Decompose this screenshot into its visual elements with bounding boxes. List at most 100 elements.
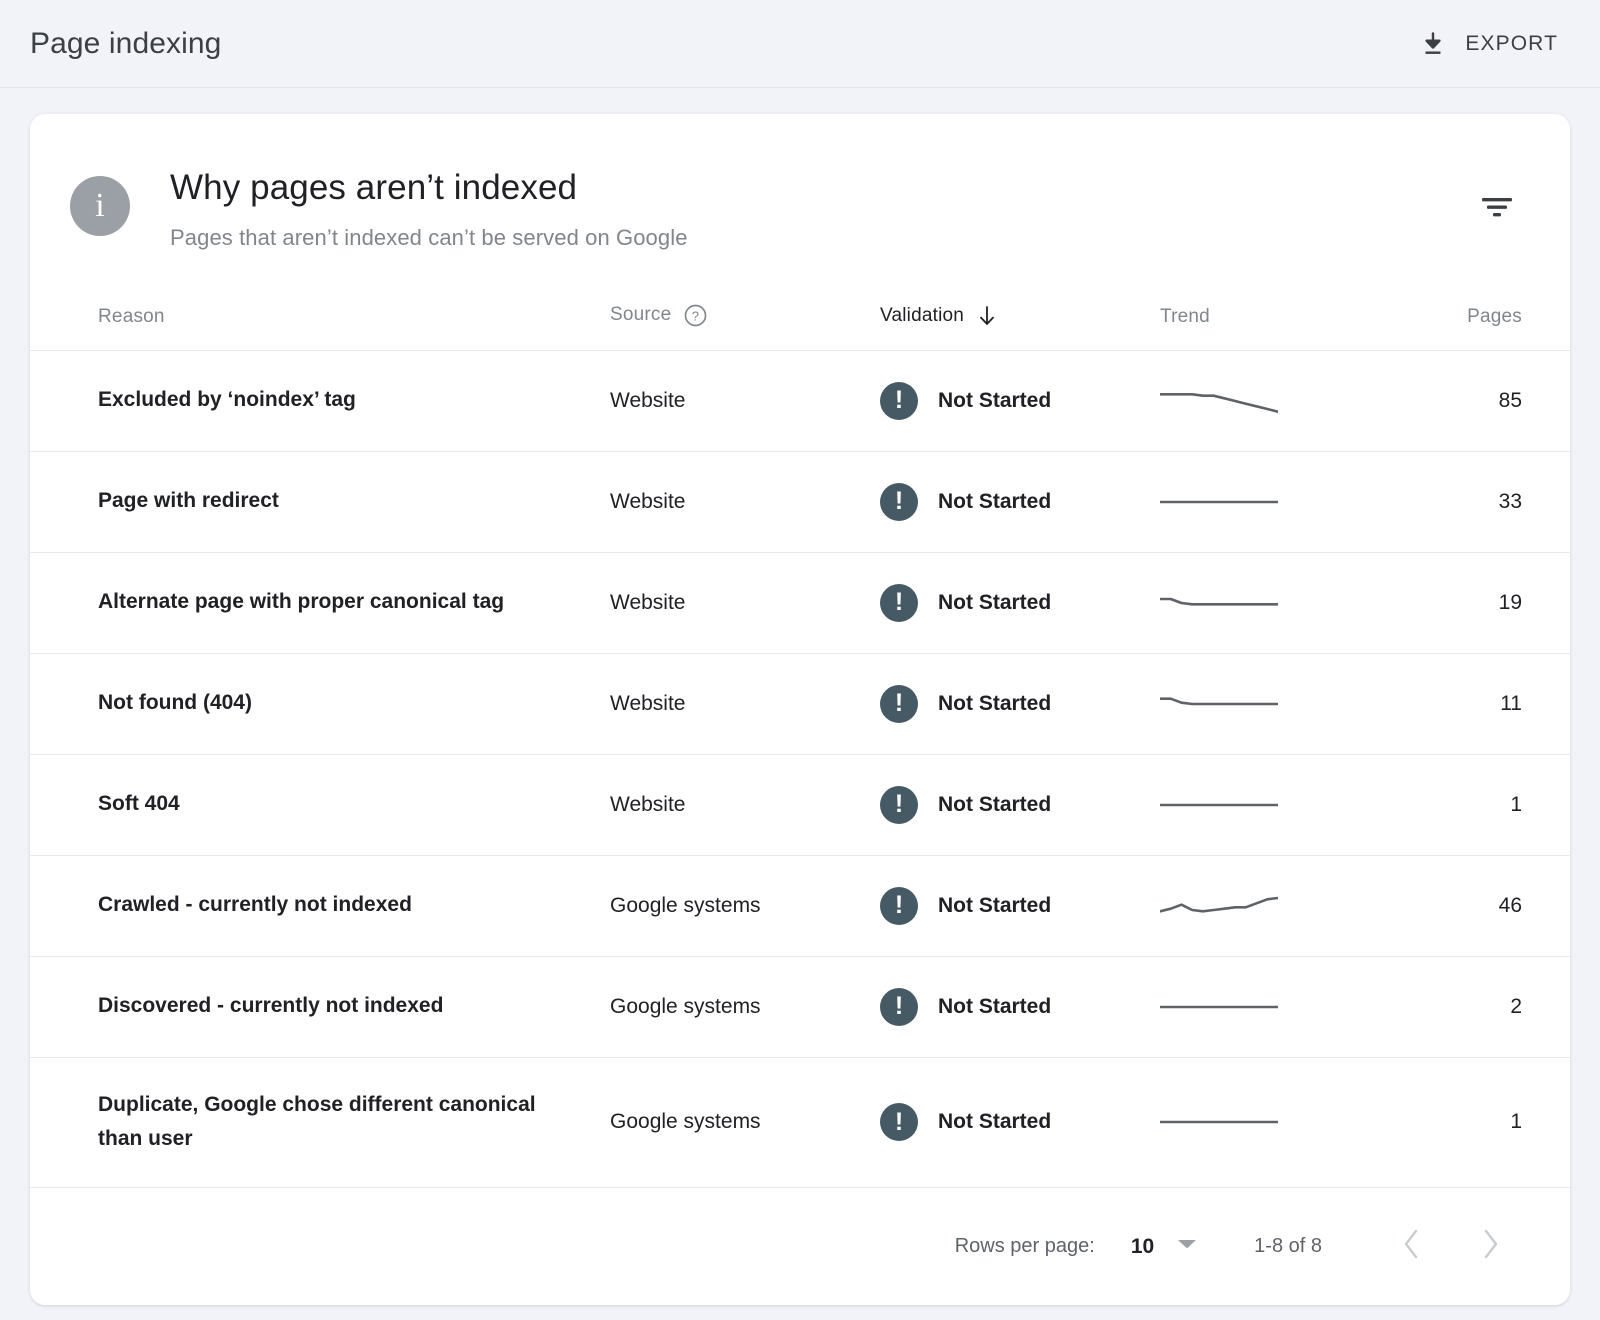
cell-pages: 1: [1390, 1057, 1570, 1187]
cell-validation: ! Not Started: [880, 350, 1160, 451]
info-icon: i: [70, 176, 130, 236]
pages-count: 33: [1499, 490, 1522, 513]
column-header-trend-label: Trend: [1160, 306, 1210, 327]
card-title: Why pages aren’t indexed: [170, 166, 1524, 210]
table-row[interactable]: Page with redirectWebsite !Not Started 33: [30, 451, 1570, 552]
column-header-validation-label: Validation: [880, 305, 964, 327]
cell-trend: [1160, 956, 1390, 1057]
card-header: i Why pages aren’t indexed Pages that ar…: [30, 114, 1570, 251]
pagination-range-label: 1-8 of 8: [1254, 1235, 1322, 1258]
export-label: EXPORT: [1465, 32, 1558, 56]
pages-count: 46: [1499, 894, 1522, 917]
reason-label: Soft 404: [98, 792, 180, 815]
source-label: Google systems: [610, 894, 761, 917]
cell-validation: ! Not Started: [880, 754, 1160, 855]
chevron-down-icon[interactable]: [1176, 1237, 1198, 1256]
exclamation-circle-icon: !: [880, 1103, 918, 1141]
exclamation-circle-icon: !: [880, 786, 918, 824]
top-bar: Page indexing EXPORT: [0, 0, 1600, 88]
source-label: Website: [610, 490, 685, 513]
exclamation-circle-icon: !: [880, 382, 918, 420]
cell-reason[interactable]: Excluded by ‘noindex’ tag: [30, 350, 610, 451]
cell-pages: 19: [1390, 552, 1570, 653]
previous-page-button[interactable]: [1386, 1221, 1438, 1273]
cell-validation: ! Not Started: [880, 552, 1160, 653]
column-header-source-label: Source: [610, 304, 671, 326]
source-label: Website: [610, 793, 685, 816]
download-icon: [1419, 29, 1447, 59]
cell-source: Google systems: [610, 956, 880, 1057]
cell-source: Website: [610, 552, 880, 653]
source-label: Website: [610, 591, 685, 614]
source-label: Website: [610, 692, 685, 715]
reason-label: Alternate page with proper canonical tag: [98, 590, 504, 613]
table-row[interactable]: Soft 404Website!Not Started1: [30, 754, 1570, 855]
cell-reason[interactable]: Alternate page with proper canonical tag: [30, 552, 610, 653]
cell-reason[interactable]: Discovered - currently not indexed: [30, 956, 610, 1057]
cell-validation: !Not Started: [880, 451, 1160, 552]
svg-text:?: ?: [692, 308, 699, 323]
cell-trend: [1160, 653, 1390, 754]
column-header-validation[interactable]: Validation: [880, 251, 1160, 351]
table-pagination: Rows per page: 10 1-8 of 8: [30, 1187, 1570, 1305]
pages-count: 19: [1499, 591, 1522, 614]
card-header-text: Why pages aren’t indexed Pages that aren…: [170, 166, 1524, 251]
validation-status-label: Not Started: [938, 793, 1051, 817]
cell-pages: 2: [1390, 956, 1570, 1057]
cell-source: Website: [610, 754, 880, 855]
cell-source: Website: [610, 451, 880, 552]
validation-status-label: Not Started: [938, 591, 1051, 615]
exclamation-circle-icon: !: [880, 887, 918, 925]
exclamation-circle-icon: !: [880, 584, 918, 622]
validation-status-label: Not Started: [938, 389, 1051, 413]
exclamation-circle-icon: !: [880, 685, 918, 723]
validation-status-label: Not Started: [938, 995, 1051, 1019]
page-indexing-card: i Why pages aren’t indexed Pages that ar…: [30, 114, 1570, 1305]
indexing-reasons-table: Reason Source ? Va: [30, 251, 1570, 1187]
column-header-source[interactable]: Source ?: [610, 251, 880, 351]
cell-trend: [1160, 451, 1390, 552]
cell-reason[interactable]: Duplicate, Google chose different canoni…: [30, 1057, 610, 1187]
chevron-right-icon: [1477, 1227, 1503, 1266]
column-header-reason[interactable]: Reason: [30, 251, 610, 351]
table-row[interactable]: Excluded by ‘noindex’ tag Website! Not Sta…: [30, 350, 1570, 451]
reason-label: Discovered - currently not indexed: [98, 994, 443, 1017]
pages-count: 11: [1500, 692, 1522, 715]
reason-label: Excluded by ‘noindex’ tag: [98, 388, 356, 411]
cell-pages: 33: [1390, 451, 1570, 552]
table-row[interactable]: Duplicate, Google chose different canoni…: [30, 1057, 1570, 1187]
column-header-trend[interactable]: Trend: [1160, 251, 1390, 351]
cell-source: Website: [610, 653, 880, 754]
cell-trend: [1160, 855, 1390, 956]
cell-source: Website: [610, 350, 880, 451]
cell-reason[interactable]: Crawled - currently not indexed: [30, 855, 610, 956]
table-row[interactable]: Crawled - currently not indexed Google sy…: [30, 855, 1570, 956]
filter-button[interactable]: [1474, 184, 1520, 230]
table-header: Reason Source ? Va: [30, 251, 1570, 351]
validation-status-label: Not Started: [938, 894, 1051, 918]
cell-validation: ! Not Started: [880, 653, 1160, 754]
reason-label: Not found (404): [98, 691, 252, 714]
help-circle-icon[interactable]: ?: [683, 303, 708, 328]
arrow-down-icon: [976, 304, 998, 328]
table-row[interactable]: Not found (404) Website! Not Started 11: [30, 653, 1570, 754]
rows-per-page-select[interactable]: 10: [1131, 1235, 1154, 1259]
column-header-reason-label: Reason: [98, 306, 165, 327]
column-header-pages[interactable]: Pages: [1390, 251, 1570, 351]
table-row[interactable]: Discovered - currently not indexed Google…: [30, 956, 1570, 1057]
table-header-row: Reason Source ? Va: [30, 251, 1570, 351]
reason-label: Duplicate, Google chose different canoni…: [98, 1093, 536, 1151]
page-title: Page indexing: [30, 27, 221, 61]
table-row[interactable]: Alternate page with proper canonical tag…: [30, 552, 1570, 653]
source-label: Google systems: [610, 995, 761, 1018]
reason-label: Crawled - currently not indexed: [98, 893, 412, 916]
exclamation-circle-icon: !: [880, 483, 918, 521]
cell-reason[interactable]: Not found (404): [30, 653, 610, 754]
next-page-button[interactable]: [1464, 1221, 1516, 1273]
cell-reason[interactable]: Soft 404: [30, 754, 610, 855]
export-button[interactable]: EXPORT: [1409, 21, 1568, 67]
cell-trend: [1160, 350, 1390, 451]
filter-icon: [1480, 194, 1514, 220]
validation-status-label: Not Started: [938, 692, 1051, 716]
cell-reason[interactable]: Page with redirect: [30, 451, 610, 552]
